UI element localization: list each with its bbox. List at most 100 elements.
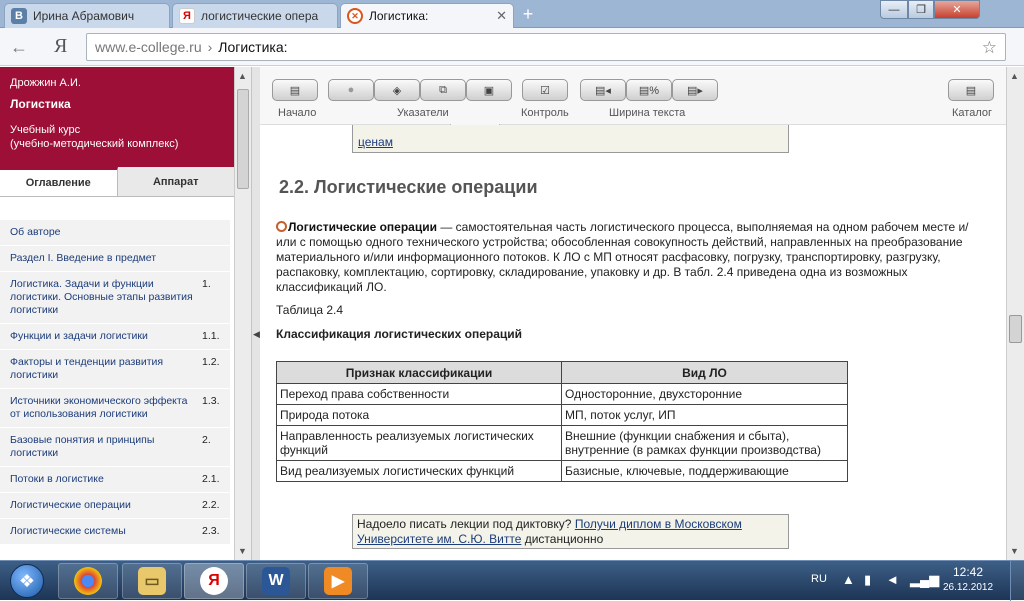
collapse-left-arrow-icon[interactable]: ◀ xyxy=(253,329,260,340)
toc-item-number: 2.3. xyxy=(202,525,220,537)
table-cell: Природа потока xyxy=(276,404,562,426)
course-sidebar: Дрожжин А.И. Логистика Учебный курс (уче… xyxy=(0,67,234,560)
pointer-button-3[interactable]: ⧉ xyxy=(420,79,466,101)
person-icon: ▣ xyxy=(483,84,495,97)
clock-date: 26.12.2012 xyxy=(942,582,994,593)
sidebar-scrollbar[interactable]: ▲ ▼ xyxy=(234,67,251,560)
toc-item-label: Источники экономического эффекта от испо… xyxy=(10,395,188,420)
tab-contents[interactable]: Оглавление xyxy=(0,167,118,196)
prev-link[interactable]: ценам xyxy=(352,125,789,153)
table-cell: Направленность реализуемых логистических… xyxy=(276,425,562,461)
minimize-button[interactable]: — xyxy=(880,0,908,19)
toc-item-current[interactable]: Логистические операции 2.2. xyxy=(0,493,230,519)
start-button[interactable]: ❖ xyxy=(2,562,52,600)
pointers-label: Указатели xyxy=(397,107,449,119)
lecture-content: ценам 2.2. Логистические операции Логист… xyxy=(260,125,1006,560)
toc-item[interactable]: Логистика. Задачи и функции логистики. О… xyxy=(0,272,230,324)
tray-expand-icon[interactable]: ▲ xyxy=(842,572,855,587)
table-of-contents: Об авторе Раздел I. Введение в предмет Л… xyxy=(0,220,230,545)
table-row: Направленность реализуемых логистических… xyxy=(276,425,848,461)
toc-item[interactable]: Потоки в логистике 2.1. xyxy=(0,467,230,493)
pointer-button-1[interactable]: ● xyxy=(328,79,374,101)
table-cell: Вид реализуемых логистических функций xyxy=(276,460,562,482)
tab-ecollege[interactable]: ✕ Логистика: ✕ xyxy=(340,3,514,28)
toc-item[interactable]: Функции и задачи логистики 1.1. xyxy=(0,324,230,350)
system-clock[interactable]: 12:42 26.12.2012 xyxy=(938,565,998,593)
pointer-button-2[interactable]: ◈ xyxy=(374,79,420,101)
yandex-icon: Я xyxy=(179,8,195,24)
percent-text-button[interactable]: ▤% xyxy=(626,79,672,101)
toc-item[interactable]: Об авторе xyxy=(0,220,230,246)
sidebar-tabs: Оглавление Аппарат xyxy=(0,167,234,197)
content-scrollbar[interactable]: ▲ ▼ xyxy=(1006,67,1024,560)
diamond-icon: ◈ xyxy=(392,84,402,97)
table-row: Переход права собственности Односторонни… xyxy=(276,383,848,405)
home-label: Начало xyxy=(278,107,317,119)
section-title: 2.2. Логистические операции xyxy=(279,177,538,197)
pointer-button-4[interactable]: ▣ xyxy=(466,79,512,101)
taskbar-chrome[interactable] xyxy=(58,563,118,599)
volume-muted-icon[interactable]: ◄ xyxy=(886,572,899,587)
scroll-up-arrow-icon[interactable]: ▲ xyxy=(1010,71,1019,81)
course-subtitle: Учебный курс (учебно-методический компле… xyxy=(10,123,224,151)
toc-item[interactable]: Раздел I. Введение в предмет xyxy=(0,246,230,272)
vk-icon: В xyxy=(11,8,27,24)
promo-text: Надоело писать лекции под диктовку? xyxy=(357,517,575,531)
toc-item-number: 1.2. xyxy=(202,356,220,368)
text-narrow-icon: ▤◂ xyxy=(595,84,611,97)
home-button[interactable]: ▤ xyxy=(272,79,318,101)
address-page-title: Логистика: xyxy=(218,39,288,55)
bookmark-star-icon[interactable]: ☆ xyxy=(982,38,997,58)
tab-label: Логистика: xyxy=(369,9,429,23)
wide-text-button[interactable]: ▤▸ xyxy=(672,79,718,101)
promo-banner: Надоело писать лекции под диктовку? Полу… xyxy=(352,514,789,549)
scroll-up-arrow-icon[interactable]: ▲ xyxy=(238,71,247,81)
sidebar-scroll-thumb[interactable] xyxy=(237,89,249,189)
content-scroll-thumb[interactable] xyxy=(1009,315,1022,343)
tab-label: Ирина Абрамович xyxy=(33,9,135,23)
toc-item[interactable]: Факторы и тенденции развития логистики 1.… xyxy=(0,350,230,389)
table-cell: Базисные, ключевые, поддерживающие xyxy=(561,460,848,482)
table-row: Вид реализуемых логистических функций Ба… xyxy=(276,460,848,482)
clock-time: 12:42 xyxy=(952,565,984,579)
new-tab-button[interactable]: + xyxy=(518,4,538,24)
battery-icon[interactable]: ▮ xyxy=(864,572,871,588)
toc-item-number: 1.1. xyxy=(202,330,220,342)
toc-item[interactable]: Базовые понятия и принципы логистики 2. xyxy=(0,428,230,467)
control-button[interactable]: ☑ xyxy=(522,79,568,101)
toc-item[interactable]: Источники экономического эффекта от испо… xyxy=(0,389,230,428)
restore-button[interactable]: ❐ xyxy=(908,0,934,19)
taskbar-media-player[interactable]: ▶ xyxy=(308,563,368,599)
toc-item-number xyxy=(202,252,230,265)
toc-item-label: Логистика. Задачи и функции логистики. О… xyxy=(10,278,193,316)
address-bar[interactable]: www.e-college.ru › Логистика: ☆ xyxy=(86,33,1006,61)
show-desktop-button[interactable] xyxy=(1010,561,1024,601)
round-dot-icon: ● xyxy=(347,84,355,96)
network-signal-icon[interactable]: ▂▄▆ xyxy=(910,572,939,588)
table-cell: Внешние (функции снабжения и сбыта), вну… xyxy=(561,425,848,461)
catalog-button[interactable]: ▤ xyxy=(948,79,994,101)
tab-yandex-search[interactable]: Я логистические опера xyxy=(172,3,338,28)
close-window-button[interactable]: ✕ xyxy=(934,0,980,19)
language-indicator[interactable]: RU xyxy=(811,573,827,585)
taskbar-explorer[interactable]: ▭ xyxy=(122,563,182,599)
back-arrow-icon[interactable]: ← xyxy=(10,37,28,58)
panel-splitter[interactable]: ◀ xyxy=(251,67,260,560)
toc-item-number: 2.1. xyxy=(202,473,220,485)
chrome-icon xyxy=(74,567,102,595)
tab-vk[interactable]: В Ирина Абрамович xyxy=(4,3,170,28)
taskbar-word[interactable]: W xyxy=(246,563,306,599)
copy-icon: ⧉ xyxy=(439,83,447,96)
scroll-down-arrow-icon[interactable]: ▼ xyxy=(1010,546,1019,556)
narrow-text-button[interactable]: ▤◂ xyxy=(580,79,626,101)
toc-item[interactable]: Логистические системы 2.3. xyxy=(0,519,230,545)
table-title: Классификация логистических операций xyxy=(276,327,523,341)
tab-apparatus[interactable]: Аппарат xyxy=(118,167,235,196)
close-tab-icon[interactable]: ✕ xyxy=(496,8,507,24)
scroll-down-arrow-icon[interactable]: ▼ xyxy=(238,546,247,556)
toc-item-number xyxy=(202,226,230,239)
taskbar-yandex-browser[interactable]: Я xyxy=(184,563,244,599)
yandex-logo[interactable]: Я xyxy=(54,35,67,58)
tab-label: логистические опера xyxy=(201,9,319,23)
toc-item-label: Логистические системы xyxy=(10,525,126,537)
